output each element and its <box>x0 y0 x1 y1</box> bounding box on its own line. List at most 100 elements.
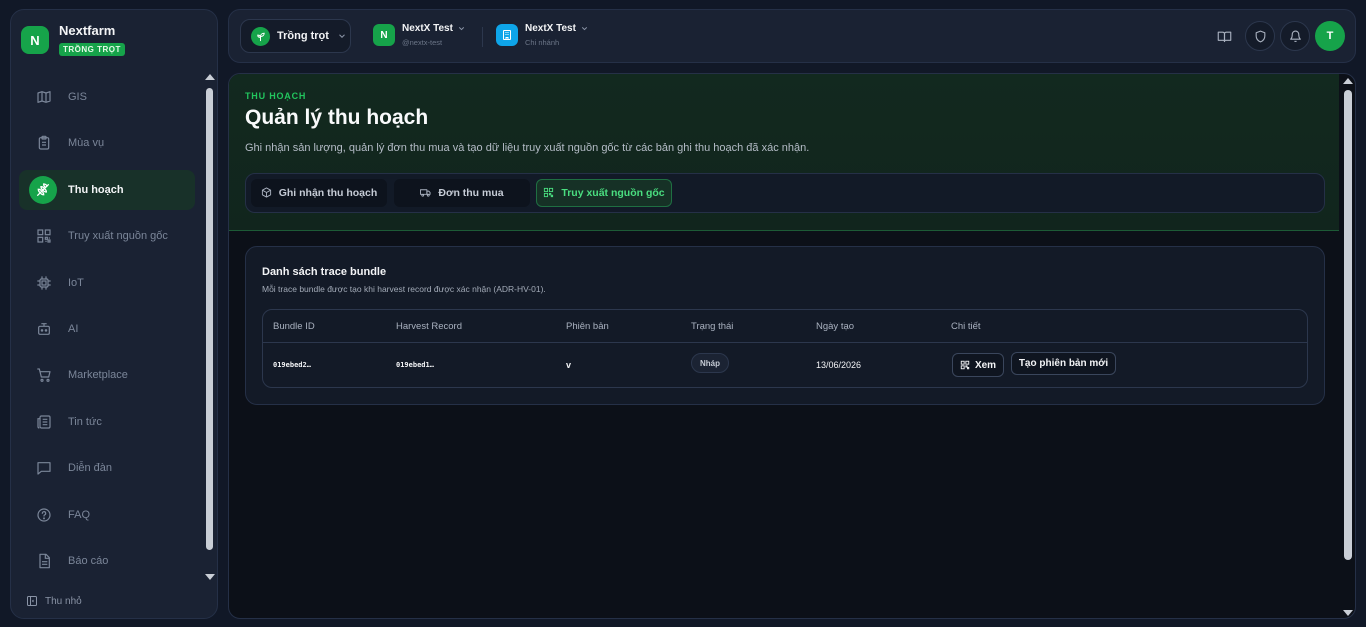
chevron-down-icon <box>337 31 347 41</box>
topbar: Trồng trọt N NextX Test @nextx-test Next… <box>228 9 1356 63</box>
card-subtitle: Mỗi trace bundle được tạo khi harvest re… <box>262 284 546 294</box>
tab-label: Đơn thu mua <box>438 187 504 199</box>
sidebar-item-thu-hoach[interactable]: Thu hoạch <box>19 169 195 210</box>
view-button-label: Xem <box>974 359 997 371</box>
map-icon <box>35 88 53 106</box>
qr-code-icon <box>543 187 555 199</box>
main-scrollbar[interactable] <box>1341 74 1355 618</box>
user-avatar[interactable]: T <box>1315 21 1345 51</box>
sidebar-item-label: Marketplace <box>68 369 128 382</box>
sprout-icon <box>251 26 270 46</box>
branch-name: NextX Test <box>525 23 589 34</box>
sidebar-item-label: IoT <box>68 276 84 289</box>
truck-icon <box>420 187 432 199</box>
sidebar-item-tin-tuc[interactable]: Tin tức <box>19 402 195 442</box>
shield-icon <box>1254 30 1267 43</box>
help-circle-icon <box>35 506 53 524</box>
file-text-icon <box>35 552 53 570</box>
created-date-cell: 13/06/2026 <box>816 360 862 370</box>
scroll-thumb[interactable] <box>1344 90 1352 560</box>
crop-type-selector[interactable]: Trồng trọt <box>240 19 351 53</box>
scroll-down-arrow-icon[interactable] <box>205 574 215 580</box>
sidebar-item-ai[interactable]: AI <box>19 309 195 349</box>
harvest-record-cell[interactable]: 019ebed1… <box>396 361 434 369</box>
book-open-icon <box>1217 29 1232 44</box>
sidebar-scrollbar[interactable] <box>204 72 215 580</box>
chip-icon <box>35 274 53 292</box>
panel-left-icon <box>26 595 38 607</box>
sidebar-item-iot[interactable]: IoT <box>19 263 195 303</box>
brand-badge: TRỒNG TRỌT <box>59 43 125 56</box>
qr-code-icon <box>35 227 53 245</box>
bell-icon <box>1289 30 1302 43</box>
sidebar-item-gis[interactable]: GIS <box>19 77 195 117</box>
page-description: Ghi nhận sản lượng, quản lý đơn thu mua … <box>245 142 810 154</box>
box-icon <box>261 187 273 199</box>
column-header: Harvest Record <box>396 321 462 332</box>
sidebar-nav: GIS Mùa vụ Thu hoạch Truy xuất nguồn gốc… <box>19 77 195 587</box>
docs-button[interactable] <box>1214 26 1234 46</box>
sidebar-item-mua-vu[interactable]: Mùa vụ <box>19 123 195 163</box>
message-icon <box>35 459 53 477</box>
cart-icon <box>35 366 53 384</box>
clipboard-icon <box>35 134 53 152</box>
page-eyebrow: THU HOẠCH <box>245 91 307 101</box>
tab-label: Truy xuất nguồn gốc <box>561 187 665 199</box>
create-new-version-button[interactable]: Tạo phiên bản mới <box>1011 352 1116 375</box>
sidebar-item-bao-cao[interactable]: Báo cáo <box>19 541 195 581</box>
org-avatar: N <box>373 24 395 46</box>
sidebar-item-label: Truy xuất nguồn gốc <box>68 230 168 243</box>
scroll-up-arrow-icon[interactable] <box>1343 78 1353 84</box>
tab-label: Ghi nhận thu hoạch <box>278 187 378 199</box>
newspaper-icon <box>35 413 53 431</box>
branch-selector[interactable]: NextX Test Chi nhánh <box>496 23 589 47</box>
scroll-up-arrow-icon[interactable] <box>205 74 215 80</box>
trace-bundle-card: Danh sách trace bundle Mỗi trace bundle … <box>245 246 1325 405</box>
card-title: Danh sách trace bundle <box>262 266 387 278</box>
notifications-button[interactable] <box>1280 21 1310 51</box>
tab-truy-xuat-nguon-goc[interactable]: Truy xuất nguồn gốc <box>536 179 672 207</box>
building-icon <box>496 24 518 46</box>
crop-type-label: Trồng trọt <box>277 30 329 42</box>
sidebar-item-label: Mùa vụ <box>68 137 105 150</box>
column-header: Trạng thái <box>691 321 734 332</box>
brand-logo: N <box>21 26 49 54</box>
view-button[interactable]: Xem <box>952 353 1004 377</box>
collapse-sidebar-button[interactable]: Thu nhỏ <box>26 595 82 607</box>
page-header: THU HOẠCH Quản lý thu hoạch Ghi nhận sản… <box>229 74 1339 231</box>
sidebar-item-label: AI <box>68 322 79 335</box>
qr-code-icon <box>960 360 971 371</box>
column-header: Ngày tạo <box>816 321 855 332</box>
sidebar-item-label: Báo cáo <box>68 554 109 567</box>
chevron-down-icon <box>457 24 466 33</box>
sidebar-item-label: Tin tức <box>68 415 102 428</box>
tab-don-thu-mua[interactable]: Đơn thu mua <box>394 179 530 207</box>
status-badge: Nháp <box>691 353 729 373</box>
main-content: THU HOẠCH Quản lý thu hoạch Ghi nhận sản… <box>228 73 1356 619</box>
wheat-icon <box>29 175 57 204</box>
sidebar-item-label: FAQ <box>68 508 91 521</box>
sidebar-item-label: Thu hoạch <box>68 183 124 196</box>
sidebar-item-truy-xuat[interactable]: Truy xuất nguồn gốc <box>19 216 195 256</box>
collapse-label: Thu nhỏ <box>45 595 82 607</box>
column-header: Bundle ID <box>273 321 315 332</box>
brand[interactable]: N Nextfarm TRỒNG TRỌT <box>21 24 125 57</box>
column-header: Phiên bản <box>566 321 609 332</box>
tab-ghi-nhan-thu-hoach[interactable]: Ghi nhận thu hoạch <box>251 179 387 207</box>
sidebar-item-dien-dan[interactable]: Diễn đàn <box>19 448 195 488</box>
security-button[interactable] <box>1245 21 1275 51</box>
sidebar-item-faq[interactable]: FAQ <box>19 495 195 535</box>
chevron-down-icon <box>580 24 589 33</box>
scroll-down-arrow-icon[interactable] <box>1343 610 1353 616</box>
tab-bar: Ghi nhận thu hoạch Đơn thu mua Truy xuất… <box>245 173 1325 213</box>
organization-selector[interactable]: N NextX Test @nextx-test <box>373 23 466 47</box>
sidebar-item-marketplace[interactable]: Marketplace <box>19 355 195 395</box>
bundle-id-cell[interactable]: 019ebed2… <box>273 361 311 369</box>
create-new-version-label: Tạo phiên bản mới <box>1018 358 1109 369</box>
table-header: Bundle ID Harvest Record Phiên bản Trạng… <box>263 310 1307 343</box>
trace-bundle-table: Bundle ID Harvest Record Phiên bản Trạng… <box>262 309 1308 388</box>
page-title: Quản lý thu hoạch <box>245 106 429 129</box>
column-header: Chi tiết <box>951 321 981 332</box>
scroll-thumb[interactable] <box>206 88 213 550</box>
sidebar: N Nextfarm TRỒNG TRỌT GIS Mùa vụ Thu hoạ… <box>10 9 218 619</box>
